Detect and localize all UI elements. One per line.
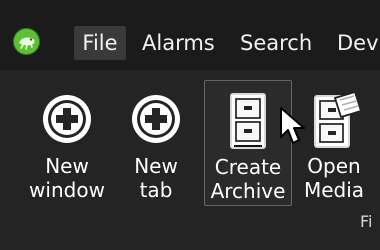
file-cabinet-icon — [222, 91, 274, 155]
new-tab-label: New tab — [116, 154, 196, 202]
new-tab-button[interactable]: New tab — [116, 80, 196, 206]
open-media-label: Open Media — [294, 154, 374, 202]
create-archive-label-line1: Create — [214, 155, 282, 179]
new-window-label: New window — [24, 154, 110, 202]
application-window: File Alarms Search Devi New window New t… — [0, 0, 380, 250]
file-ribbon: New window New tab Create Archive Open M… — [0, 70, 380, 250]
open-media-label-line1: Open — [307, 154, 361, 178]
new-tab-label-line1: New — [134, 154, 178, 178]
plus-circle-icon — [38, 90, 96, 152]
menu-search[interactable]: Search — [240, 26, 312, 60]
green-app-logo-icon[interactable] — [13, 28, 40, 55]
open-file-cabinet-icon — [305, 90, 363, 154]
plus-circle-icon — [127, 90, 185, 152]
create-archive-label-line2: Archive — [210, 179, 286, 203]
ribbon-group-label: Fi — [360, 212, 373, 231]
menu-devices[interactable]: Devi — [337, 26, 380, 60]
menu-file[interactable]: File — [74, 26, 126, 60]
new-window-button[interactable]: New window — [24, 80, 110, 206]
menu-alarms[interactable]: Alarms — [142, 26, 215, 60]
menu-bar: File Alarms Search Devi — [0, 0, 380, 70]
new-window-label-line1: New — [45, 154, 89, 178]
open-media-label-line2: Media — [303, 178, 365, 202]
create-archive-label: Create Archive — [205, 155, 291, 203]
mouse-pointer-icon — [279, 106, 307, 146]
new-window-label-line2: window — [29, 178, 105, 202]
new-tab-label-line2: tab — [139, 178, 173, 202]
